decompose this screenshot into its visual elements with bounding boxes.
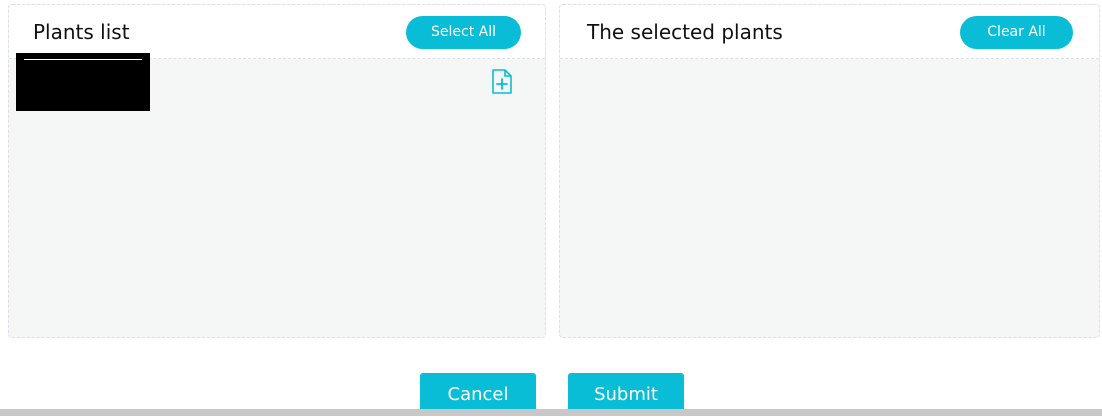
plants-list-panel: Plants list Select All (8, 4, 546, 338)
file-plus-icon[interactable] (491, 69, 513, 95)
selected-plants-title: The selected plants (587, 20, 783, 44)
submit-button[interactable]: Submit (568, 373, 684, 411)
selected-plants-panel: The selected plants Clear All (559, 4, 1100, 338)
selected-plants-header: The selected plants Clear All (560, 5, 1099, 59)
plants-list-header: Plants list Select All (9, 5, 545, 59)
cancel-button[interactable]: Cancel (420, 373, 536, 411)
plants-list-body (9, 53, 545, 337)
selected-plants-body (560, 59, 1099, 337)
clear-all-button[interactable]: Clear All (960, 16, 1073, 49)
plants-list-title: Plants list (33, 20, 130, 44)
bottom-divider-bar (0, 409, 1102, 416)
redacted-plant-item[interactable] (16, 53, 150, 111)
select-all-button[interactable]: Select All (406, 16, 521, 49)
redacted-item-line (24, 59, 142, 60)
